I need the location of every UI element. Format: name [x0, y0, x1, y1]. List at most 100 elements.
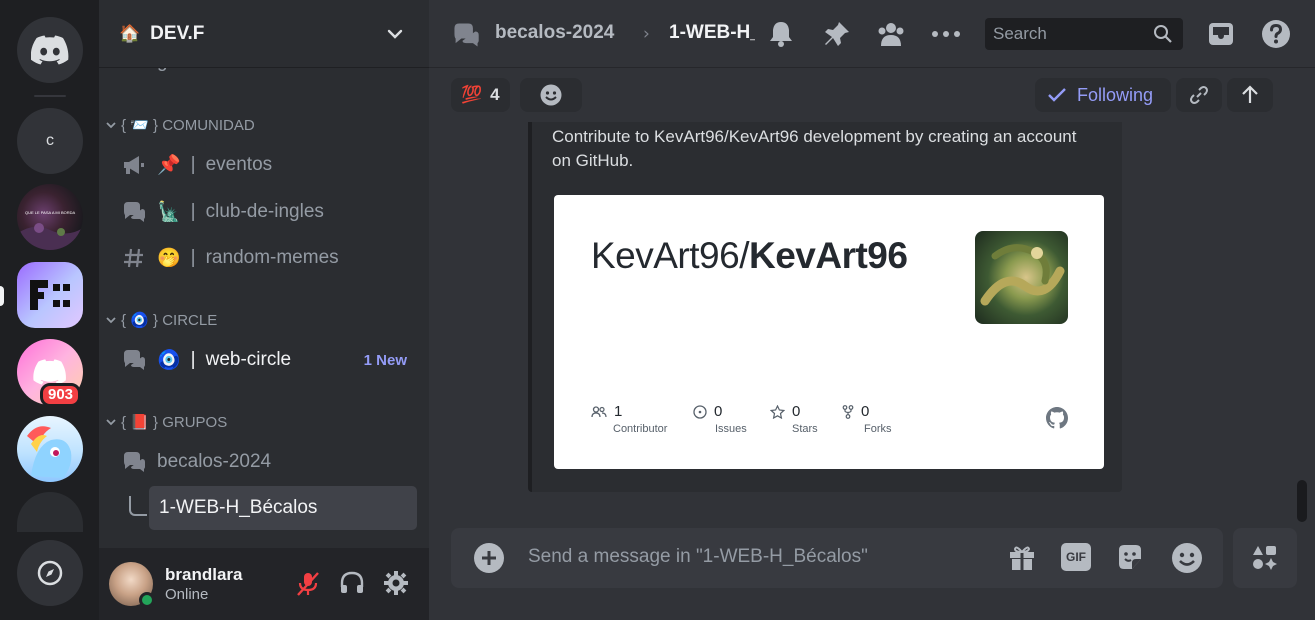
- stat-value: 0: [792, 403, 801, 420]
- reaction-hundred[interactable]: 💯 4: [451, 78, 510, 112]
- more-options-icon[interactable]: [931, 19, 961, 49]
- breadcrumb-parent-channel[interactable]: becalos-2024: [495, 22, 614, 44]
- gif-label: GIF: [1066, 550, 1086, 564]
- arrow-up-icon: [1242, 85, 1258, 103]
- inbox-icon[interactable]: [1206, 19, 1236, 49]
- repo-owner-avatar: [975, 231, 1068, 324]
- channel-name: club-de-ingles: [205, 201, 324, 222]
- forum-icon: [121, 449, 147, 475]
- guild-header[interactable]: 🏠 DEV.F: [99, 0, 429, 68]
- channel-emoji: 📌: [157, 155, 181, 176]
- add-reaction-button[interactable]: [520, 78, 582, 112]
- server-rail: c QUE LE PASA A MI BORDA 903: [0, 0, 99, 620]
- compass-icon: [37, 560, 63, 586]
- message-composer: Send a message in "1-WEB-H_Bécalos" GIF: [451, 528, 1223, 588]
- apps-button[interactable]: [1233, 528, 1297, 588]
- thread-view: becalos-2024 › 1-WEB-H_Bécalos Search: [429, 0, 1315, 620]
- stat-value: 1: [614, 403, 623, 420]
- repo-name: KevArt96: [748, 235, 908, 276]
- channel-separator: |: [190, 247, 196, 268]
- repo-title: KevArt96/KevArt96: [591, 235, 908, 277]
- gif-button[interactable]: GIF: [1061, 543, 1091, 571]
- stat-value: 0: [714, 403, 723, 420]
- user-avatar[interactable]: [109, 562, 155, 608]
- following-button[interactable]: Following: [1035, 78, 1171, 112]
- channel-name: becalos-2024: [157, 451, 272, 472]
- channel-becalos-2024[interactable]: becalos-2024: [111, 442, 419, 482]
- channel-name: eventos: [205, 154, 273, 175]
- search-input[interactable]: Search: [985, 18, 1183, 50]
- server-c[interactable]: c: [17, 108, 83, 174]
- thread-1-web-h-becalos[interactable]: 1-WEB-H_Bécalos: [149, 486, 417, 530]
- channel-web-circle[interactable]: 🧿 | web-circle 1 New: [111, 340, 419, 380]
- fork-icon: [842, 404, 854, 419]
- members-icon[interactable]: [876, 19, 906, 49]
- forum-icon: [121, 199, 147, 225]
- channel-cut-off[interactable]: gen-fe: [111, 68, 419, 82]
- pony-avatar: [27, 426, 72, 478]
- chevron-down-icon: [106, 122, 116, 129]
- server-image-1[interactable]: QUE LE PASA A MI BORDA: [17, 184, 83, 250]
- bell-icon[interactable]: [766, 19, 796, 49]
- sticker-icon[interactable]: [1115, 542, 1145, 572]
- gift-icon[interactable]: [1007, 542, 1037, 572]
- thread-header: becalos-2024 › 1-WEB-H_Bécalos Search: [429, 0, 1315, 68]
- stat-label: Contributor: [613, 423, 668, 435]
- github-card[interactable]: KevArt96/KevArt96 1 Contributor 0 Issues…: [554, 195, 1104, 469]
- stat-label: Issues: [715, 423, 747, 435]
- forum-icon: [121, 68, 147, 75]
- channel-separator: |: [190, 154, 196, 175]
- upload-plus-icon[interactable]: [473, 542, 505, 574]
- breadcrumb-separator: ›: [643, 24, 650, 44]
- channel-list: gen-fe { 📨 } COMUNIDAD 📌 | eventos 🗽: [99, 68, 429, 548]
- embed-description: Contribute to KevArt96/KevArt96 developm…: [552, 127, 1077, 170]
- settings-gear-icon[interactable]: [383, 570, 409, 596]
- channel-emoji: 🧿: [157, 350, 181, 371]
- server-pony[interactable]: [17, 416, 83, 482]
- scrollbar-thumb[interactable]: [1297, 480, 1307, 522]
- message-input[interactable]: Send a message in "1-WEB-H_Bécalos": [528, 546, 868, 568]
- channel-sidebar: 🏠 DEV.F gen-fe { 📨 } COMUNIDAD: [99, 0, 429, 620]
- server-art: [17, 223, 83, 250]
- headphones-icon[interactable]: [339, 570, 365, 596]
- discord-app: c QUE LE PASA A MI BORDA 903 🏠 DEV.F {📨…: [0, 0, 1315, 620]
- new-badge: 1 New: [363, 351, 407, 369]
- pin-icon[interactable]: [822, 19, 852, 49]
- guild-icon: 🏠: [119, 23, 141, 44]
- copy-link-button[interactable]: [1176, 78, 1222, 112]
- server-devf[interactable]: [17, 262, 83, 328]
- discord-logo-icon: [31, 35, 69, 65]
- channel-separator: |: [190, 201, 196, 222]
- mic-muted-icon[interactable]: [295, 570, 321, 598]
- chevron-down-icon: [106, 419, 116, 426]
- channel-eventos[interactable]: 📌 | eventos: [111, 145, 419, 185]
- category-label: { 📕 } GRUPOS: [121, 414, 228, 431]
- chevron-down-icon: [106, 317, 116, 324]
- category-grupos[interactable]: { 📕 } GRUPOS: [105, 413, 227, 431]
- search-icon: [1154, 25, 1172, 43]
- channel-random-memes[interactable]: 🤭 | random-memes: [111, 238, 419, 278]
- server-partial[interactable]: [17, 492, 83, 532]
- repo-owner: KevArt96/: [591, 235, 749, 276]
- category-circle[interactable]: { 🧿 } CIRCLE: [105, 311, 217, 329]
- emoji-smiley-icon[interactable]: [1171, 542, 1203, 574]
- channel-cut-off-label: gen-fe: [157, 68, 211, 73]
- megaphone-icon: [121, 152, 147, 178]
- category-comunidad[interactable]: { 📨 } COMUNIDAD: [105, 116, 255, 134]
- search-placeholder: Search: [993, 24, 1047, 43]
- help-icon[interactable]: [1261, 19, 1291, 49]
- link-embed: Contribute to KevArt96/KevArt96 developm…: [528, 122, 1122, 492]
- user-info[interactable]: brandlara Online: [165, 565, 242, 603]
- channel-separator: |: [190, 349, 196, 370]
- jump-to-top-button[interactable]: [1227, 78, 1273, 112]
- explore-servers-button[interactable]: [17, 540, 83, 606]
- reaction-count: 4: [490, 85, 500, 104]
- user-panel: brandlara Online: [99, 548, 429, 620]
- forum-icon: [454, 23, 479, 47]
- star-icon: [770, 404, 785, 419]
- stat-contributors: 1 Contributor: [591, 403, 667, 435]
- forum-icon: [121, 347, 147, 373]
- direct-messages-button[interactable]: [17, 17, 83, 83]
- discord-logo-icon: [33, 359, 66, 385]
- channel-club-de-ingles[interactable]: 🗽 | club-de-ingles: [111, 192, 419, 232]
